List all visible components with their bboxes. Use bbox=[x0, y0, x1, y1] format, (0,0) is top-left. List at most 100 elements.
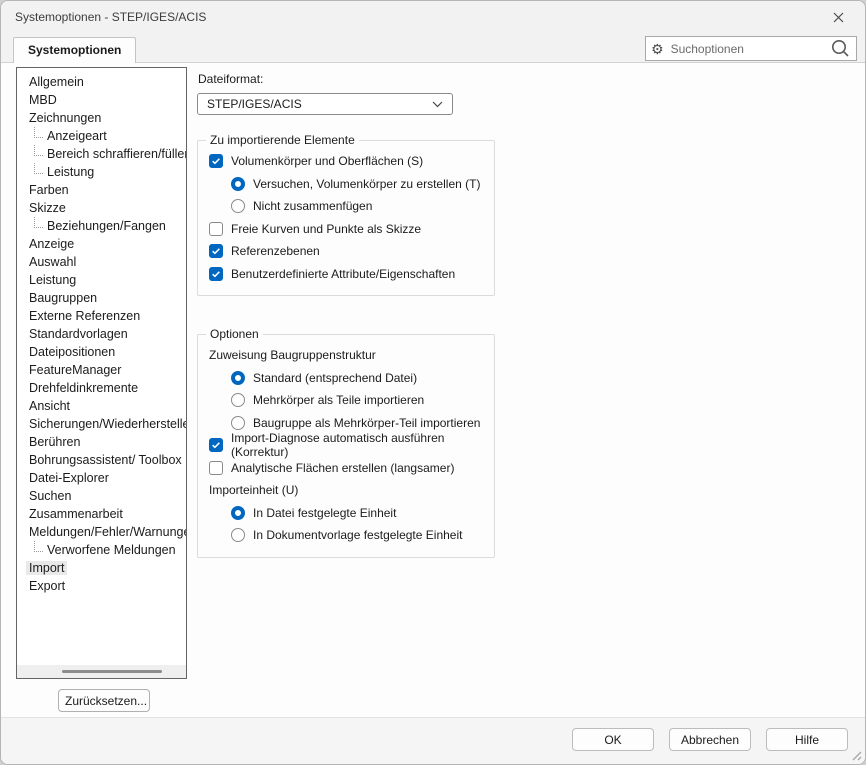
sidebar-item-farben[interactable]: Farben bbox=[17, 181, 186, 199]
sidebar-item-ansicht[interactable]: Ansicht bbox=[17, 397, 186, 415]
sidebar-item-zusammenarbeit[interactable]: Zusammenarbeit bbox=[17, 505, 186, 523]
option-text: Mehrkörper als Teile importieren bbox=[253, 393, 424, 407]
resize-grip[interactable] bbox=[849, 748, 862, 761]
sidebar-item-import[interactable]: Import bbox=[17, 559, 186, 577]
group-optionen: Optionen Zuweisung BaugruppenstrukturSta… bbox=[197, 327, 495, 558]
file-format-select[interactable]: STEP/IGES/ACIS bbox=[197, 93, 453, 115]
option-text: Volumenkörper und Oberflächen (S) bbox=[231, 154, 423, 168]
checkbox-referenzebenen[interactable]: Referenzebenen bbox=[204, 240, 494, 263]
search-box[interactable]: ⚙ bbox=[645, 36, 857, 61]
radio-circle[interactable] bbox=[231, 393, 245, 407]
sidebar-item-label: Anzeigeart bbox=[47, 129, 107, 143]
radio-circle[interactable] bbox=[231, 199, 245, 213]
group-zu-importierende-elemente: Zu importierende Elemente Volumenkörper … bbox=[197, 133, 495, 296]
ok-button[interactable]: OK bbox=[572, 728, 654, 751]
sidebar-item-label: Allgemein bbox=[29, 75, 84, 89]
checkbox-box[interactable] bbox=[209, 267, 223, 281]
sidebar-item-leistung[interactable]: Leistung bbox=[17, 163, 186, 181]
checkbox-box[interactable] bbox=[209, 154, 223, 168]
sidebar-item-label: Beziehungen/Fangen bbox=[47, 219, 166, 233]
sidebar-item-auswahl[interactable]: Auswahl bbox=[17, 253, 186, 271]
sidebar-item-anzeige[interactable]: Anzeige bbox=[17, 235, 186, 253]
sidebar-item-datei-explorer[interactable]: Datei-Explorer bbox=[17, 469, 186, 487]
scrollbar-thumb[interactable] bbox=[62, 670, 162, 673]
sidebar-item-featuremanager[interactable]: FeatureManager bbox=[17, 361, 186, 379]
tree-connector bbox=[34, 163, 43, 174]
sidebar-item-externe-referenzen[interactable]: Externe Referenzen bbox=[17, 307, 186, 325]
tree-connector bbox=[34, 145, 43, 156]
sidebar-item-export[interactable]: Export bbox=[17, 577, 186, 595]
horizontal-scrollbar[interactable] bbox=[17, 665, 186, 678]
option-text: Zuweisung Baugruppenstruktur bbox=[209, 348, 376, 362]
check-icon bbox=[211, 156, 221, 166]
radio-circle[interactable] bbox=[231, 177, 245, 191]
radio-in-datei-festgelegte-einheit[interactable]: In Datei festgelegte Einheit bbox=[204, 502, 494, 525]
check-icon bbox=[211, 440, 221, 450]
sidebar-item-label: Leistung bbox=[29, 273, 76, 287]
radio-circle[interactable] bbox=[231, 528, 245, 542]
sidebar-item-skizze[interactable]: Skizze bbox=[17, 199, 186, 217]
sidebar-item-berühren[interactable]: Berühren bbox=[17, 433, 186, 451]
checkbox-box[interactable] bbox=[209, 222, 223, 236]
sidebar-item-bereich-schraffieren-füllen[interactable]: Bereich schraffieren/füllen bbox=[17, 145, 186, 163]
sidebar-item-anzeigeart[interactable]: Anzeigeart bbox=[17, 127, 186, 145]
sidebar-item-label: Suchen bbox=[29, 489, 71, 503]
checkbox-volumenkörper-und-oberflächen-s[interactable]: Volumenkörper und Oberflächen (S) bbox=[204, 150, 494, 173]
radio-nicht-zusammenfügen[interactable]: Nicht zusammenfügen bbox=[204, 195, 494, 218]
sidebar-item-suchen[interactable]: Suchen bbox=[17, 487, 186, 505]
sidebar-item-verworfene-meldungen[interactable]: Verworfene Meldungen bbox=[17, 541, 186, 559]
checkbox-freie-kurven-und-punkte-als-skizze[interactable]: Freie Kurven und Punkte als Skizze bbox=[204, 218, 494, 241]
sidebar-item-beziehungen-fangen[interactable]: Beziehungen/Fangen bbox=[17, 217, 186, 235]
options-category-list[interactable]: Allgemein MBDZeichnungen Anzeigeart Bereich… bbox=[16, 67, 187, 679]
sidebar-item-label: Berühren bbox=[29, 435, 80, 449]
sidebar-item-label: Ansicht bbox=[29, 399, 70, 413]
sidebar-item-drehfeldinkremente[interactable]: Drehfeldinkremente bbox=[17, 379, 186, 397]
sidebar-item-mbd[interactable]: MBD bbox=[17, 91, 186, 109]
radio-in-dokumentvorlage-festgelegte-einheit[interactable]: In Dokumentvorlage festgelegte Einheit bbox=[204, 524, 494, 547]
radio-standard-entsprechend-datei[interactable]: Standard (entsprechend Datei) bbox=[204, 367, 494, 390]
close-icon bbox=[833, 12, 844, 23]
window-title: Systemoptionen - STEP/IGES/ACIS bbox=[15, 10, 206, 24]
checkbox-box[interactable] bbox=[209, 244, 223, 258]
sidebar-item-meldungen-fehler-warnungen[interactable]: Meldungen/Fehler/Warnungen bbox=[17, 523, 186, 541]
option-text: Referenzebenen bbox=[231, 244, 320, 258]
option-text: Importeinheit (U) bbox=[209, 483, 298, 497]
sidebar-item-bohrungsassistent-toolbox[interactable]: Bohrungsassistent/ Toolbox bbox=[17, 451, 186, 469]
sidebar-item-baugruppen[interactable]: Baugruppen bbox=[17, 289, 186, 307]
sidebar-item-label: Externe Referenzen bbox=[29, 309, 140, 323]
help-button[interactable]: Hilfe bbox=[766, 728, 848, 751]
sidebar-item-label: Bereich schraffieren/füllen bbox=[47, 147, 187, 161]
search-input[interactable] bbox=[669, 41, 825, 57]
sidebar-item-label: Baugruppen bbox=[29, 291, 97, 305]
checkbox-box[interactable] bbox=[209, 438, 223, 452]
option-text: Analytische Flächen erstellen (langsamer… bbox=[231, 461, 454, 475]
sidebar-item-label: Export bbox=[29, 579, 65, 593]
sidebar-item-label: Import bbox=[26, 561, 67, 575]
checkbox-analytische-flächen-erstellen-langsamer[interactable]: Analytische Flächen erstellen (langsamer… bbox=[204, 457, 494, 480]
radio-circle[interactable] bbox=[231, 506, 245, 520]
radio-circle[interactable] bbox=[231, 416, 245, 430]
reset-button[interactable]: Zurücksetzen... bbox=[58, 689, 150, 712]
option-text: Freie Kurven und Punkte als Skizze bbox=[231, 222, 421, 236]
sidebar-item-allgemein[interactable]: Allgemein bbox=[17, 73, 186, 91]
sidebar-item-zeichnungen[interactable]: Zeichnungen bbox=[17, 109, 186, 127]
sidebar-item-label: Zusammenarbeit bbox=[29, 507, 123, 521]
tab-systemoptionen[interactable]: Systemoptionen bbox=[13, 37, 136, 63]
system-options-dialog: Systemoptionen - STEP/IGES/ACIS Systemop… bbox=[0, 0, 866, 765]
close-button[interactable] bbox=[817, 3, 859, 31]
sidebar-item-label: Standardvorlagen bbox=[29, 327, 128, 341]
radio-mehrkörper-als-teile-importieren[interactable]: Mehrkörper als Teile importieren bbox=[204, 389, 494, 412]
radio-versuchen-volumenkörper-zu-erstellen-t[interactable]: Versuchen, Volumenkörper zu erstellen (T… bbox=[204, 173, 494, 196]
sidebar-item-dateipositionen[interactable]: Dateipositionen bbox=[17, 343, 186, 361]
checkbox-benutzerdefinierte-attribute-eigenschaften[interactable]: Benutzerdefinierte Attribute/Eigenschaft… bbox=[204, 263, 494, 286]
search-icon[interactable] bbox=[830, 38, 851, 59]
sidebar-item-leistung[interactable]: Leistung bbox=[17, 271, 186, 289]
checkbox-box[interactable] bbox=[209, 461, 223, 475]
cancel-button[interactable]: Abbrechen bbox=[669, 728, 751, 751]
checkbox-import-diagnose-automatisch-ausführen-korrektur[interactable]: Import-Diagnose automatisch ausführen (K… bbox=[204, 434, 494, 457]
sidebar-item-label: FeatureManager bbox=[29, 363, 121, 377]
sidebar-item-sicherungen-wiederherstellen[interactable]: Sicherungen/Wiederherstellen bbox=[17, 415, 186, 433]
gear-icon[interactable]: ⚙ bbox=[651, 42, 664, 56]
radio-circle[interactable] bbox=[231, 371, 245, 385]
sidebar-item-standardvorlagen[interactable]: Standardvorlagen bbox=[17, 325, 186, 343]
